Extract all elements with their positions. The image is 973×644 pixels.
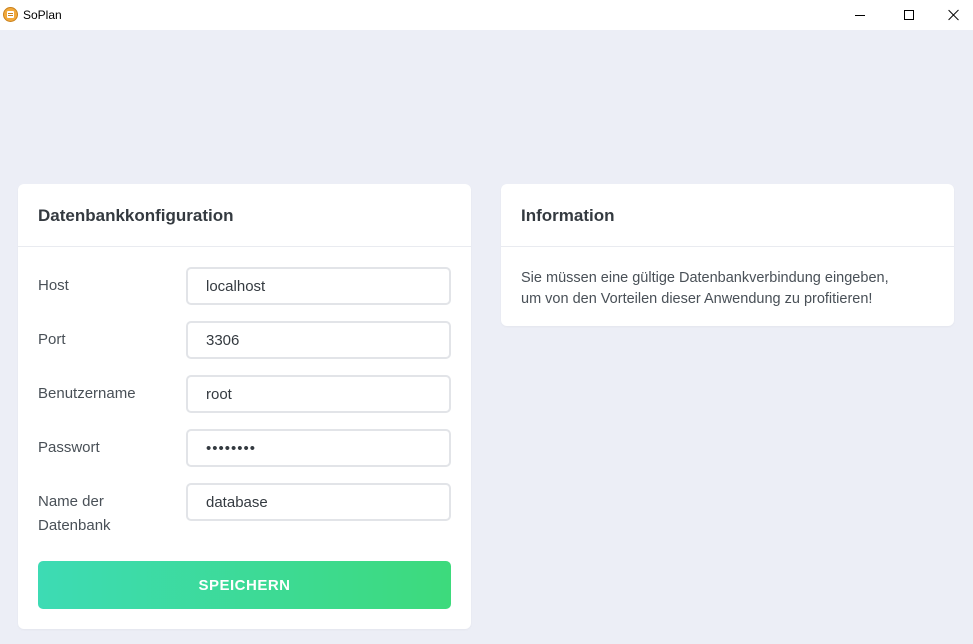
port-label: Port [38,331,66,348]
database-config-card: Datenbankkonfiguration Host Port Benutze… [18,184,471,629]
username-row: Benutzername [38,375,451,413]
database-config-header: Datenbankkonfiguration [18,184,471,247]
username-label: Benutzername [38,385,136,402]
password-input[interactable] [186,429,451,467]
password-row: Passwort [38,429,451,467]
database-name-label-line1: Name der [38,493,104,510]
username-input[interactable] [186,375,451,413]
information-title: Information [521,206,615,225]
host-input[interactable] [186,267,451,305]
database-name-label-line2: Datenbank [38,517,111,534]
password-label: Passwort [38,439,100,456]
host-label: Host [38,277,69,294]
information-text-line1: Sie müssen eine gültige Datenbankverbind… [521,270,889,286]
information-header: Information [501,184,954,247]
title-bar: SoPlan [0,0,973,30]
database-config-title: Datenbankkonfiguration [38,206,234,225]
close-button[interactable] [931,0,973,30]
host-row: Host [38,267,451,305]
database-name-row: Name der Datenbank [38,483,451,539]
information-text-line2: um von den Vorteilen dieser Anwendung zu… [521,291,873,307]
app-logo-icon [3,7,18,22]
minimize-icon [855,14,865,16]
database-name-input[interactable] [186,483,451,521]
window-title: SoPlan [23,8,62,22]
port-row: Port [38,321,451,359]
information-card: Information Sie müssen eine gültige Date… [501,184,954,326]
information-text: Sie müssen eine gültige Datenbankverbind… [501,247,954,310]
port-input[interactable] [186,321,451,359]
maximize-icon [904,10,914,20]
minimize-button[interactable] [837,0,883,30]
save-button[interactable]: SPEICHERN [38,561,451,609]
maximize-button[interactable] [886,0,932,30]
close-icon [948,9,960,21]
